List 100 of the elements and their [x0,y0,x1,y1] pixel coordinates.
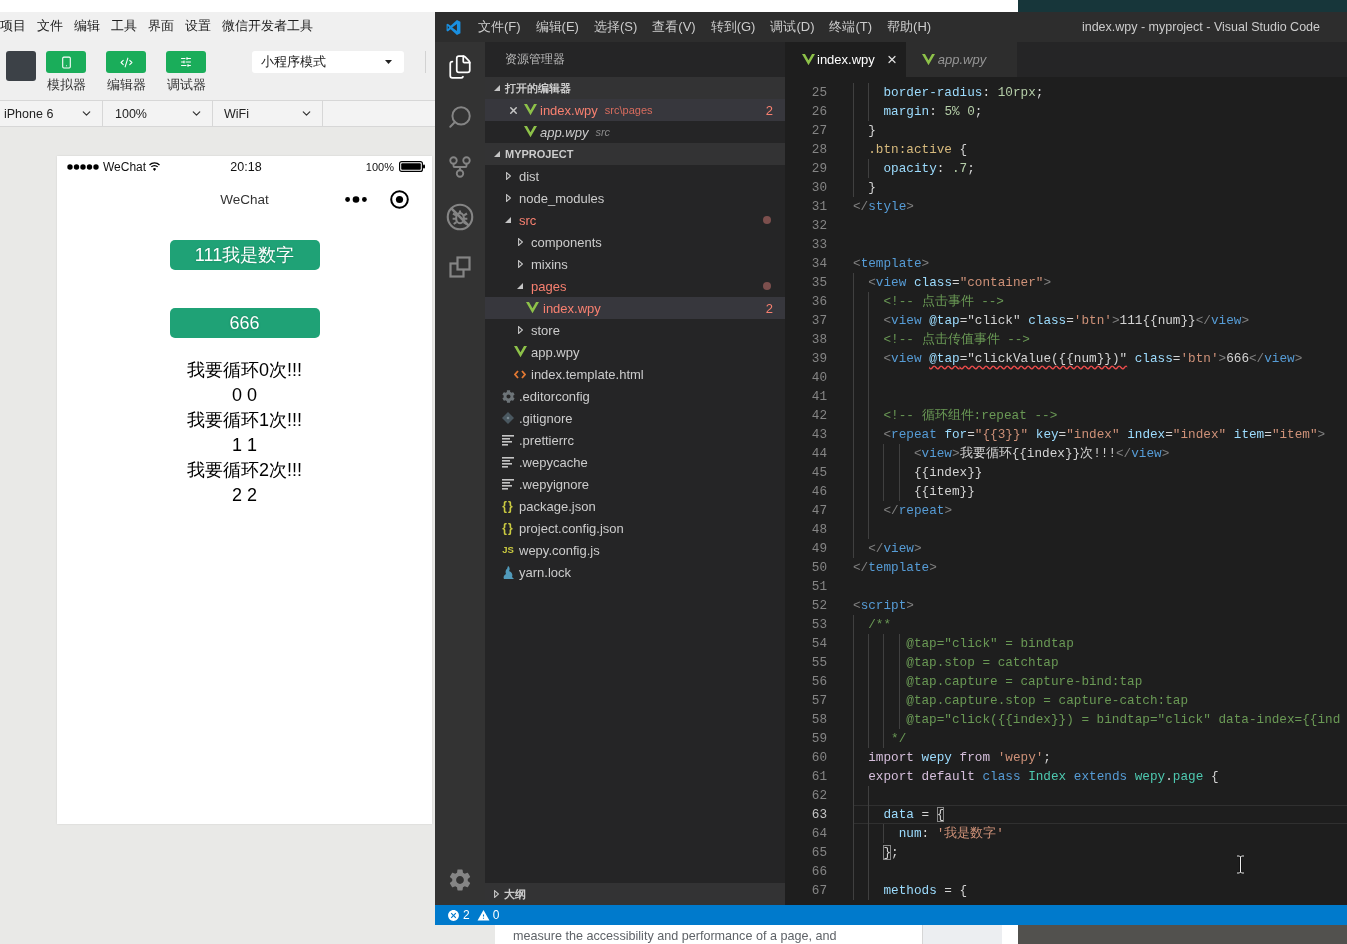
tree-item[interactable]: mixins [485,253,785,275]
record-icon[interactable] [390,189,409,209]
line-number: 37 [810,312,827,330]
open-editor-item[interactable]: index.wpy src\pages 2 [485,99,785,121]
line-number: 29 [810,160,827,178]
file-name: yarn.lock [519,564,572,580]
lines-icon [502,456,514,468]
line-number: 30 [810,179,827,197]
line-number: 28 [810,141,827,159]
menu-item[interactable]: 帮助(H) [887,18,932,36]
warning-count[interactable]: 0 [492,908,500,922]
tree-item[interactable]: pages [485,275,785,297]
menu-item[interactable]: 编辑(E) [535,18,579,36]
tree-item[interactable]: dist [485,165,785,187]
editor-tab[interactable]: index.wpy [785,42,906,77]
files-icon[interactable] [447,54,473,80]
line-number: 48 [810,521,827,539]
tree-item[interactable]: {} project.config.json [485,517,785,539]
tree-item[interactable]: .wepycache [485,451,785,473]
folder-name: dist [519,168,540,184]
code-line: <view @tap="click" class='btn'>111{{num}}</view> [883,312,1250,329]
menu-item[interactable]: 调试(D) [770,18,815,36]
lines-icon [502,478,514,490]
error-count[interactable]: 2 [463,908,470,922]
tree-item[interactable]: yarn.lock [485,561,785,583]
v-icon [523,126,537,138]
code-icon [514,369,526,379]
section-header[interactable]: 打开的编辑器 [485,77,785,99]
menu-item[interactable]: 文件(F) [478,18,521,36]
settings-icon[interactable] [447,867,473,893]
line-number: 43 [810,426,827,444]
code-line: <script> [853,597,914,614]
line-number: 58 [810,711,827,729]
error-icon[interactable] [447,908,460,922]
menu-item[interactable]: 查看(V) [652,18,696,36]
phone-icon [46,51,86,73]
tree-item[interactable]: src [485,209,785,231]
menu-item[interactable]: 项目 [0,17,26,35]
editor-tab[interactable]: app.wpy [905,42,1018,77]
tree-item[interactable]: .editorconfig [485,385,785,407]
tree-item[interactable]: {} package.json [485,495,785,517]
folder-name: pages [531,278,567,294]
tree-item[interactable]: .prettierrc [485,429,785,451]
line-number: 65 [810,844,827,862]
tool-button[interactable]: 编辑器 [106,51,146,94]
tool-button[interactable]: 调试器 [166,51,206,94]
menu-item[interactable]: 工具 [111,17,137,35]
menu-item[interactable]: 转到(G) [710,18,756,36]
tree-item[interactable]: index.wpy 2 [485,297,785,319]
more-icon[interactable] [345,195,367,203]
line-number: 61 [810,768,827,786]
tree-item[interactable]: index.template.html [485,363,785,385]
close-icon[interactable] [507,104,519,116]
menu-item[interactable]: 设置 [185,17,211,35]
line-number: 49 [810,540,827,558]
line-number: 50 [810,559,827,577]
code-line: /** [868,616,892,633]
tool-button[interactable]: 模拟器 [46,51,86,94]
code-line: data = { [883,806,945,823]
tree-item[interactable]: node_modules [485,187,785,209]
code-icon [106,51,146,73]
mode-select[interactable]: 小程序模式 [252,51,404,73]
section-header[interactable]: MYPROJECT [485,143,785,165]
file-path: src [595,126,611,138]
code-line: </repeat> [883,502,952,519]
line-number: 46 [810,483,827,501]
code-line: <view @tap="clickValue({{num}})" class='btn'>666</view> [883,350,1303,367]
problem-count: 2 [765,102,773,118]
loop-text: 1 1 [231,434,257,457]
warning-icon[interactable] [476,908,490,922]
open-editor-item[interactable]: app.wpy src [485,121,785,143]
tree-item[interactable]: store [485,319,785,341]
line-number: 66 [810,863,827,881]
menu-item[interactable]: 编辑 [74,17,100,35]
line-number: 45 [810,464,827,482]
file-path: src\pages [604,104,653,116]
extensions-icon[interactable] [448,255,472,279]
code-line: </view> [868,540,922,557]
close-icon[interactable] [885,53,898,66]
tree-item[interactable]: .wepyignore [485,473,785,495]
tree-item[interactable]: app.wpy [485,341,785,363]
caret-icon [385,60,392,64]
menu-item[interactable]: 界面 [148,17,174,35]
menu-item[interactable]: 终端(T) [829,18,873,36]
bug-icon[interactable] [446,203,474,231]
code-line: margin: 5% 0; [883,103,983,120]
window-title: index.wpy - myproject - Visual Studio Code [1081,20,1320,34]
menu-item[interactable]: 文件 [37,17,63,35]
section-header[interactable]: 大纲 [485,883,785,905]
logo-icon [446,19,461,35]
loop-text: 我要循环1次!!! [187,409,302,432]
file-name: index.wpy [540,102,598,118]
menu-item[interactable]: 微信开发者工具 [222,17,313,35]
line-number: 54 [810,635,827,653]
tree-item[interactable]: .gitignore [485,407,785,429]
menu-item[interactable]: 选择(S) [593,18,638,36]
tree-item[interactable]: JS wepy.config.js [485,539,785,561]
search-icon[interactable] [447,104,473,130]
tree-item[interactable]: components [485,231,785,253]
fork-icon[interactable] [447,154,473,180]
